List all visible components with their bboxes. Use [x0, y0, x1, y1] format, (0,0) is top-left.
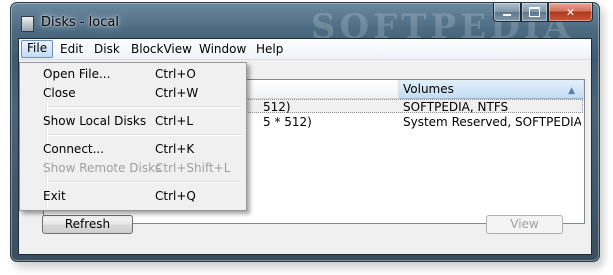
menu-item-shortcut: Ctrl+Q — [155, 189, 196, 203]
column-header-volumes-label: Volumes — [403, 82, 454, 96]
disk-app-icon — [21, 16, 34, 32]
menu-item-open-file[interactable]: Open File... Ctrl+O — [22, 64, 244, 84]
menu-item-label: Close — [43, 86, 76, 100]
menu-disk[interactable]: Disk — [89, 41, 125, 57]
menu-bar: File Edit Disk BlockView Window Help — [19, 39, 591, 60]
table-cell-volumes[interactable]: SOFTPEDIA, NTFS — [403, 100, 579, 114]
menu-edit[interactable]: Edit — [55, 41, 88, 57]
refresh-button[interactable]: Refresh — [42, 215, 133, 234]
close-icon: ✕ — [565, 5, 576, 19]
menu-window[interactable]: Window — [194, 41, 251, 57]
minimize-icon — [503, 14, 511, 16]
view-button[interactable]: View — [486, 215, 563, 234]
menu-separator — [48, 181, 242, 183]
file-menu-dropdown: Open File... Ctrl+O Close Ctrl+W Show Lo… — [19, 62, 247, 211]
window-title: Disks - local — [41, 15, 119, 30]
menu-item-shortcut: Ctrl+K — [155, 142, 195, 156]
menu-item-shortcut: Ctrl+W — [155, 86, 199, 100]
table-cell-size[interactable]: 5 * 512) — [263, 115, 312, 129]
menu-item-label: Open File... — [43, 67, 111, 81]
table-cell-volumes[interactable]: System Reserved, SOFTPEDIA, , ... — [403, 115, 581, 129]
menu-separator — [48, 134, 242, 136]
menu-item-label: Show Local Disks — [43, 114, 147, 128]
menu-item-label: Connect... — [43, 142, 105, 156]
maximize-button[interactable] — [521, 3, 548, 22]
menu-item-show-local-disks[interactable]: Show Local Disks Ctrl+L — [22, 111, 244, 131]
menu-item-close[interactable]: Close Ctrl+W — [22, 83, 244, 103]
menu-item-exit[interactable]: Exit Ctrl+Q — [22, 186, 244, 206]
menu-blockview[interactable]: BlockView — [126, 41, 197, 57]
menu-item-shortcut: Ctrl+Shift+L — [155, 161, 231, 175]
minimize-button[interactable] — [493, 3, 521, 22]
menu-item-connect[interactable]: Connect... Ctrl+K — [22, 139, 244, 159]
menu-separator — [48, 106, 242, 108]
sort-ascending-icon: ▲ — [568, 86, 575, 96]
menu-item-shortcut: Ctrl+O — [155, 67, 196, 81]
maximize-icon — [529, 7, 540, 17]
table-cell-size[interactable]: 512) — [263, 100, 291, 114]
menu-item-label: Show Remote Disks — [43, 161, 162, 175]
menu-file[interactable]: File — [21, 40, 54, 58]
title-bar[interactable]: Disks - local ✕ — [11, 3, 599, 37]
menu-help[interactable]: Help — [251, 41, 288, 57]
column-header-volumes[interactable]: Volumes ▲ — [399, 80, 584, 99]
menu-item-label: Exit — [43, 189, 66, 203]
menu-item-show-remote-disks: Show Remote Disks Ctrl+Shift+L — [22, 158, 244, 178]
menu-item-shortcut: Ctrl+L — [155, 114, 194, 128]
caption-buttons: ✕ — [493, 3, 593, 23]
close-button[interactable]: ✕ — [548, 3, 593, 22]
